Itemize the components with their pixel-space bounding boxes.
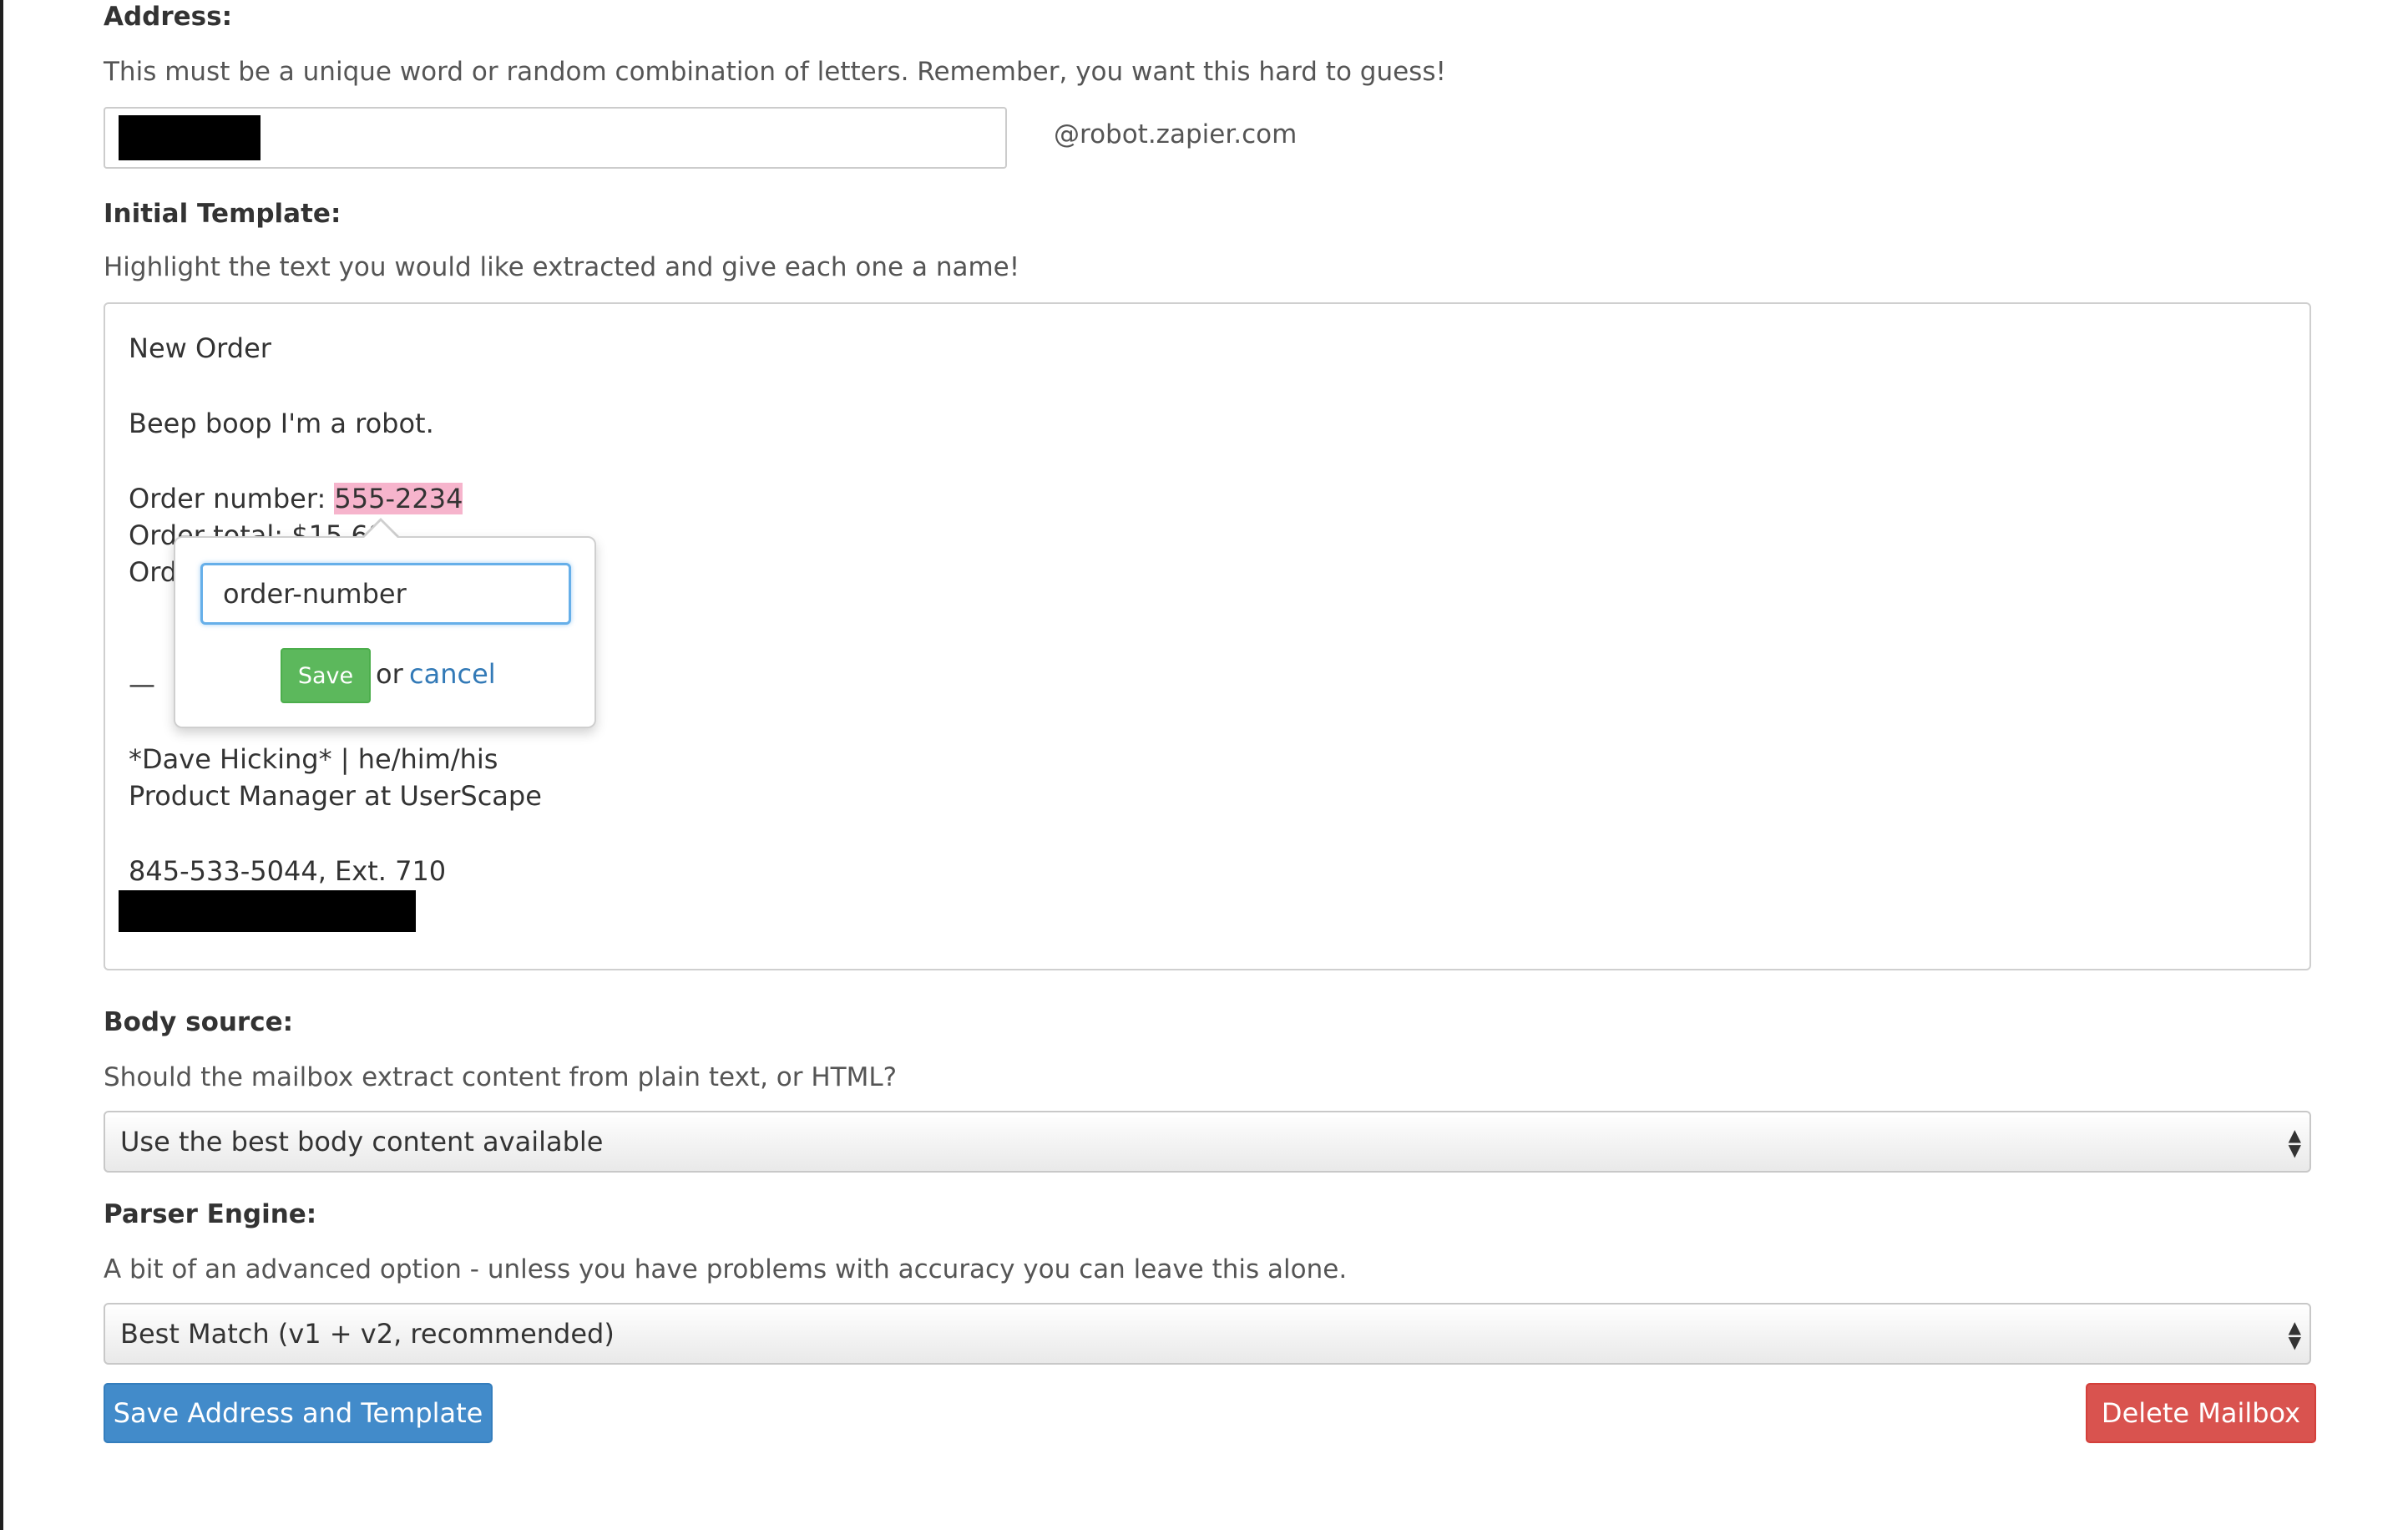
address-help-text: This must be a unique word or random com… [104, 57, 1446, 87]
template-help-text: Highlight the text you would like extrac… [104, 252, 1020, 282]
popover-or-text: or [376, 658, 403, 690]
body-source-heading: Body source: [104, 1007, 294, 1037]
template-line-greeting: Beep boop I'm a robot. [129, 408, 434, 439]
template-line-signature-title: Product Manager at UserScape [129, 780, 542, 812]
highlighted-order-number[interactable]: 555-2234 [334, 483, 463, 514]
parser-engine-heading: Parser Engine: [104, 1199, 317, 1229]
template-heading: Initial Template: [104, 199, 341, 229]
template-line-order-partial: Ord [129, 556, 178, 588]
template-line-dash: — [129, 668, 155, 700]
body-source-select[interactable]: Use the best body content available ▲ ▼ [104, 1111, 2311, 1173]
redacted-address-value [119, 115, 261, 160]
parser-engine-help-text: A bit of an advanced option - unless you… [104, 1254, 1348, 1284]
redacted-signature-line [119, 890, 416, 932]
save-address-template-button[interactable]: Save Address and Template [104, 1383, 493, 1443]
body-source-help-text: Should the mailbox extract content from … [104, 1062, 898, 1092]
popover-save-button[interactable]: Save [281, 648, 371, 703]
delete-mailbox-button[interactable]: Delete Mailbox [2086, 1383, 2316, 1443]
template-line-phone: 845-533-5044, Ext. 710 [129, 855, 447, 887]
select-arrows-icon: ▲ ▼ [2288, 1125, 2301, 1160]
window-edge [0, 0, 3, 1530]
popover-arrow-fill [362, 521, 399, 540]
select-arrows-icon: ▲ ▼ [2288, 1317, 2301, 1352]
template-line-signature-name: *Dave Hicking* | he/him/his [129, 743, 498, 775]
popover-cancel-link[interactable]: cancel [409, 658, 496, 690]
body-source-selected-value: Use the best body content available [120, 1126, 604, 1158]
template-line-order-number: Order number: 555-2234 [129, 483, 463, 514]
field-name-input[interactable] [200, 563, 571, 625]
parser-engine-select[interactable]: Best Match (v1 + v2, recommended) ▲ ▼ [104, 1303, 2311, 1365]
order-number-label: Order number: [129, 483, 335, 514]
address-heading: Address: [104, 2, 232, 32]
template-line-title: New Order [129, 332, 271, 364]
address-domain-suffix: @robot.zapier.com [1054, 119, 1298, 149]
parser-engine-selected-value: Best Match (v1 + v2, recommended) [120, 1318, 615, 1350]
